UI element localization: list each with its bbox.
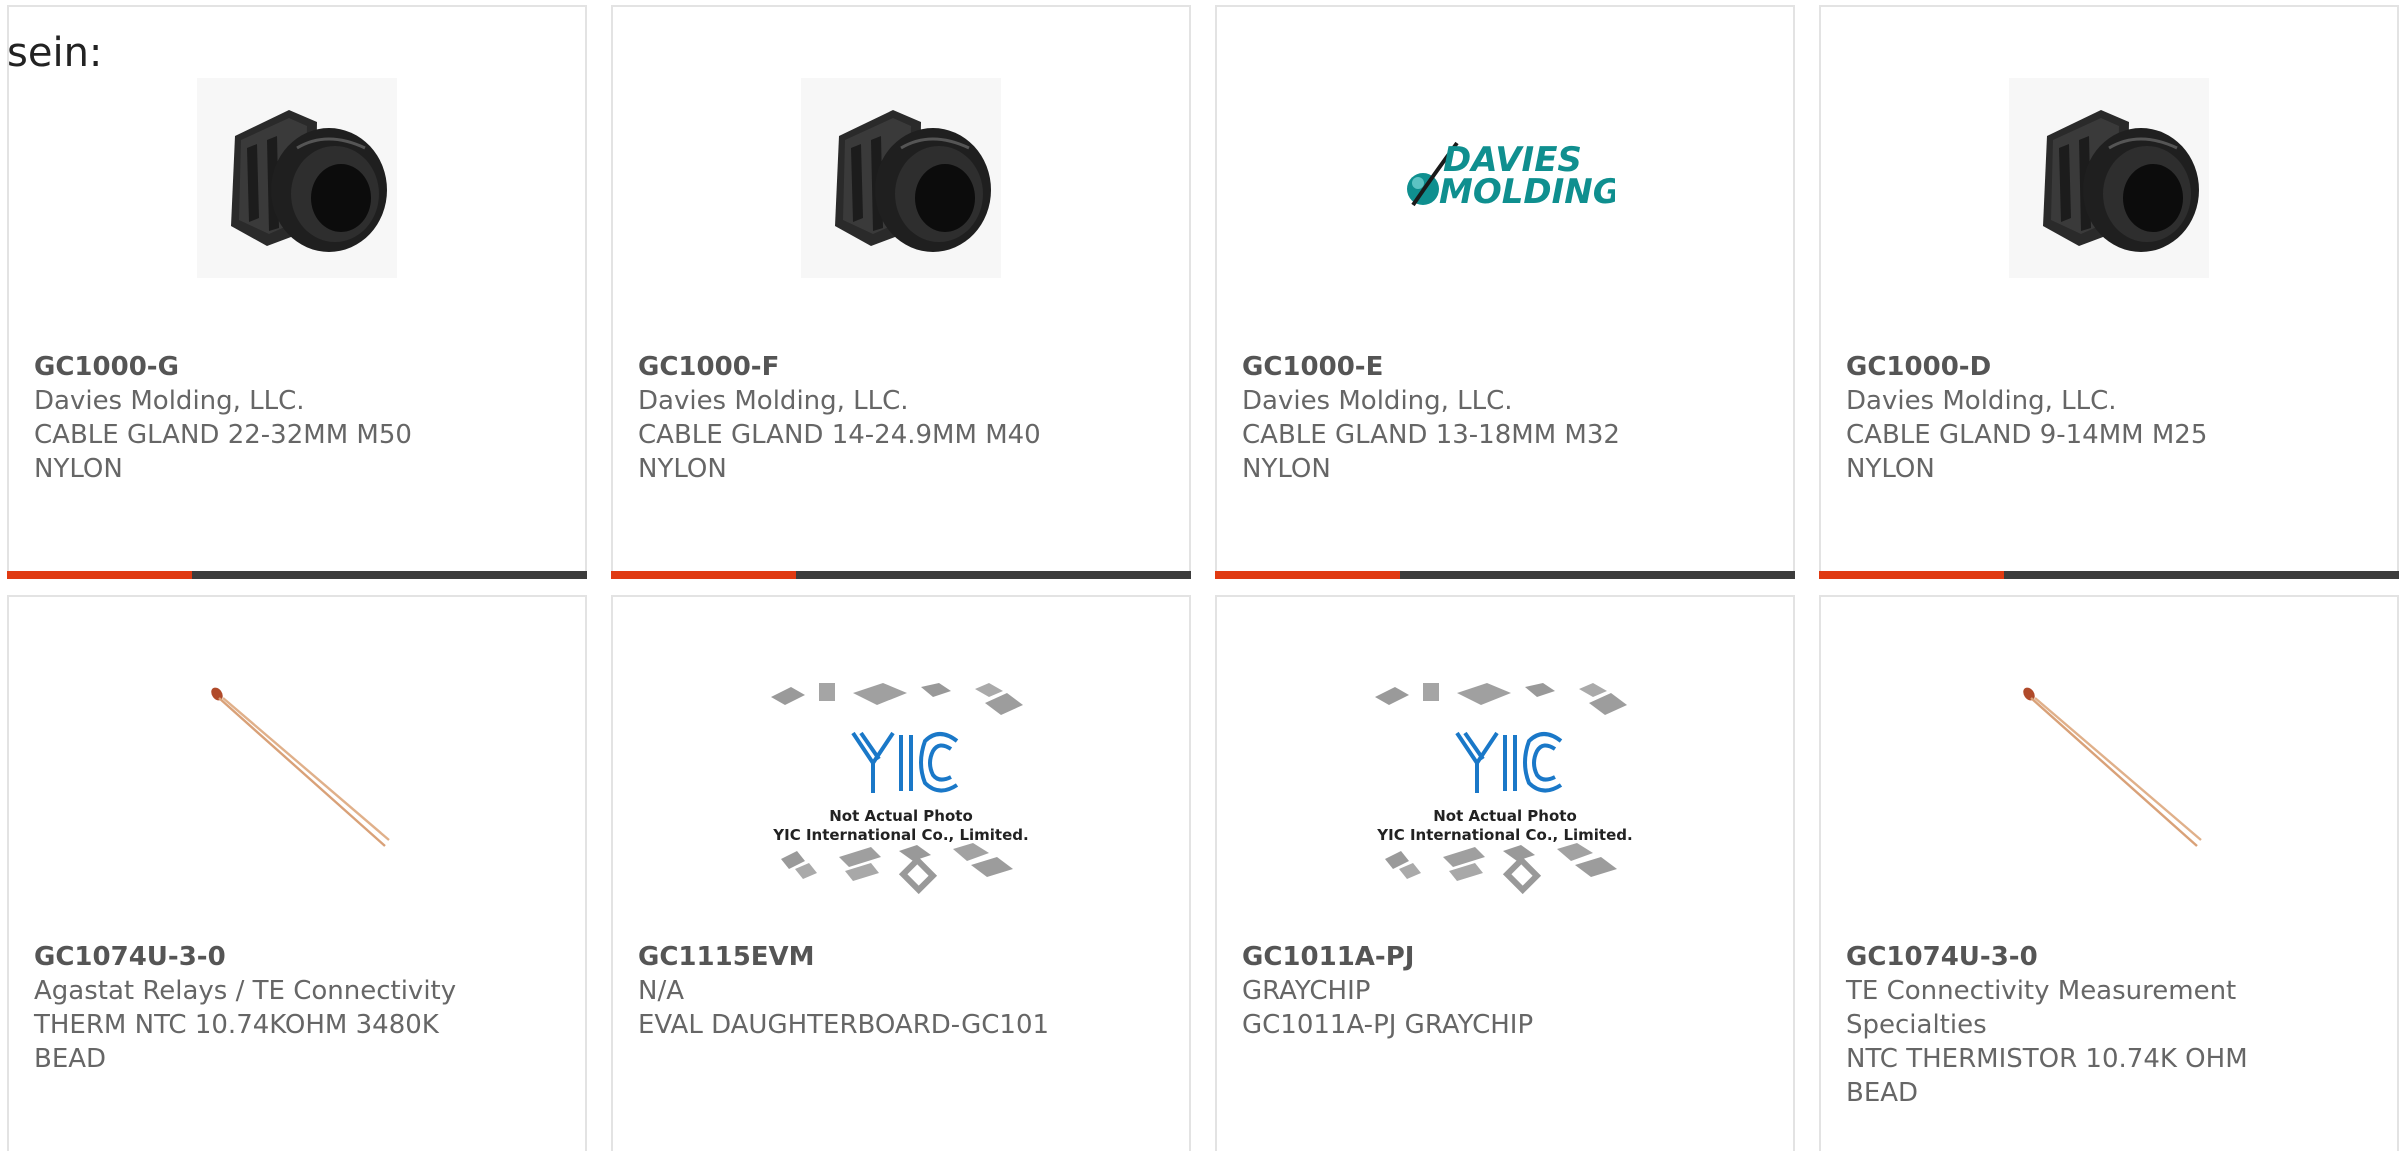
- description: NTC THERMISTOR 10.74K OHM: [1846, 1044, 2248, 1074]
- thermistor-photo[interactable]: [1969, 663, 2249, 873]
- part-number-link[interactable]: GC1074U-3-0: [1846, 940, 2377, 974]
- product-card[interactable]: DAVIES MOLDING GC1000-E Davies Molding, …: [1215, 5, 1795, 579]
- description: CABLE GLAND 22-32MM M50: [34, 420, 412, 450]
- card-bottom-bar: [1819, 571, 2399, 579]
- product-card[interactable]: GC1074U-3-0 Agastat Relays / TE Connecti…: [7, 595, 587, 1151]
- part-number-link[interactable]: GC1000-F: [638, 350, 1169, 384]
- product-info: GC1000-E Davies Molding, LLC. CABLE GLAN…: [1242, 350, 1773, 486]
- description-cont: NYLON: [34, 454, 123, 484]
- manufacturer: Davies Molding, LLC.: [638, 386, 909, 416]
- part-number-link[interactable]: GC1000-G: [34, 350, 565, 384]
- intro-text: sein:: [7, 30, 103, 76]
- part-number-link[interactable]: GC1074U-3-0: [34, 940, 565, 974]
- manufacturer: N/A: [638, 976, 684, 1006]
- product-info: GC1000-F Davies Molding, LLC. CABLE GLAN…: [638, 350, 1169, 486]
- part-number-link[interactable]: GC1000-E: [1242, 350, 1773, 384]
- description-cont: NYLON: [1846, 454, 1935, 484]
- manufacturer: Davies Molding, LLC.: [34, 386, 305, 416]
- cable-gland-photo[interactable]: [1969, 73, 2249, 283]
- product-card[interactable]: Not Actual Photo YIC International Co., …: [1215, 595, 1795, 1151]
- description-cont: NYLON: [1242, 454, 1331, 484]
- description-cont: BEAD: [1846, 1078, 1919, 1108]
- thermistor-photo[interactable]: [157, 663, 437, 873]
- product-card[interactable]: GC1000-F Davies Molding, LLC. CABLE GLAN…: [611, 5, 1191, 579]
- manufacturer: Agastat Relays / TE Connectivity: [34, 976, 457, 1006]
- product-info: GC1074U-3-0 Agastat Relays / TE Connecti…: [34, 940, 565, 1076]
- product-info: GC1074U-3-0 TE Connectivity Measurement …: [1846, 940, 2377, 1110]
- part-number-link[interactable]: GC1115EVM: [638, 940, 1169, 974]
- part-number-link[interactable]: GC1000-D: [1846, 350, 2377, 384]
- description: THERM NTC 10.74KOHM 3480K: [34, 1010, 439, 1040]
- card-accent-bar: [1215, 571, 1400, 579]
- product-card[interactable]: GC1074U-3-0 TE Connectivity Measurement …: [1819, 595, 2399, 1151]
- card-bottom-bar: [7, 571, 587, 579]
- card-accent-bar: [7, 571, 192, 579]
- card-bottom-bar: [1215, 571, 1795, 579]
- manufacturer: TE Connectivity Measurement Specialties: [1846, 976, 2237, 1040]
- product-info: GC1000-D Davies Molding, LLC. CABLE GLAN…: [1846, 350, 2377, 486]
- product-info: GC1011A-PJ GRAYCHIP GC1011A-PJ GRAYCHIP: [1242, 940, 1773, 1042]
- part-number-link[interactable]: GC1011A-PJ: [1242, 940, 1773, 974]
- product-grid-page: sein: GC1000-G Davies Molding, LLC. CABL…: [0, 0, 2400, 1151]
- yic-placeholder[interactable]: Not Actual Photo YIC International Co., …: [1365, 663, 1645, 913]
- product-info: GC1115EVM N/A EVAL DAUGHTERBOARD-GC101: [638, 940, 1169, 1042]
- product-card[interactable]: Not Actual Photo YIC International Co., …: [611, 595, 1191, 1151]
- description: GC1011A-PJ GRAYCHIP: [1242, 1010, 1534, 1040]
- cable-gland-photo[interactable]: [157, 73, 437, 283]
- yic-placeholder[interactable]: Not Actual Photo YIC International Co., …: [761, 663, 1041, 913]
- card-accent-bar: [1819, 571, 2004, 579]
- manufacturer: Davies Molding, LLC.: [1242, 386, 1513, 416]
- description: CABLE GLAND 9-14MM M25: [1846, 420, 2208, 450]
- card-accent-bar: [611, 571, 796, 579]
- svg-text:YIC International Co., Limited: YIC International Co., Limited.: [1376, 826, 1632, 844]
- card-bottom-bar: [611, 571, 1191, 579]
- product-card[interactable]: GC1000-G Davies Molding, LLC. CABLE GLAN…: [7, 5, 587, 579]
- description-cont: BEAD: [34, 1044, 107, 1074]
- svg-text:MOLDING: MOLDING: [1439, 172, 1615, 212]
- product-card[interactable]: GC1000-D Davies Molding, LLC. CABLE GLAN…: [1819, 5, 2399, 579]
- description-cont: NYLON: [638, 454, 727, 484]
- davies-molding-logo[interactable]: DAVIES MOLDING: [1365, 73, 1645, 283]
- description: EVAL DAUGHTERBOARD-GC101: [638, 1010, 1050, 1040]
- svg-text:Not Actual Photo: Not Actual Photo: [1433, 807, 1577, 825]
- manufacturer: GRAYCHIP: [1242, 976, 1371, 1006]
- description: CABLE GLAND 14-24.9MM M40: [638, 420, 1041, 450]
- cable-gland-photo[interactable]: [761, 73, 1041, 283]
- product-info: GC1000-G Davies Molding, LLC. CABLE GLAN…: [34, 350, 565, 486]
- description: CABLE GLAND 13-18MM M32: [1242, 420, 1620, 450]
- svg-text:YIC International Co., Limited: YIC International Co., Limited.: [772, 826, 1028, 844]
- svg-text:Not Actual Photo: Not Actual Photo: [829, 807, 973, 825]
- manufacturer: Davies Molding, LLC.: [1846, 386, 2117, 416]
